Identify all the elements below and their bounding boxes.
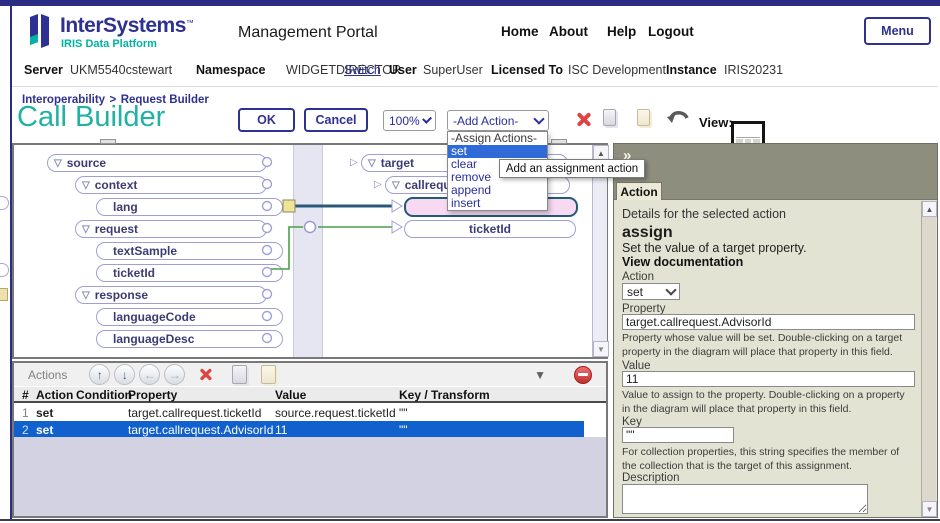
actions-toolbar: Actions ↑ ↓ ← → ▼ xyxy=(14,363,606,386)
actions-table-header: # Action Condition Property Value Key / … xyxy=(14,387,606,403)
table-empty-area xyxy=(14,437,606,516)
description-field-label: Description xyxy=(622,472,680,484)
chevron-down-icon xyxy=(533,113,544,124)
nav-home[interactable]: Home xyxy=(501,24,539,39)
left-edge-fragment xyxy=(0,196,9,210)
copy-icon[interactable] xyxy=(603,109,616,126)
menu-button[interactable]: Menu xyxy=(864,17,931,45)
tab-action[interactable]: Action xyxy=(616,182,662,200)
page-title: Call Builder xyxy=(17,101,165,134)
intersystems-logo-icon xyxy=(26,13,54,56)
details-scrollbar[interactable]: ▲ ▼ xyxy=(921,201,936,517)
instance-label: Instance xyxy=(666,63,717,77)
value-help: Value to assign to the property. Double-… xyxy=(622,389,914,416)
licensed-label: Licensed To xyxy=(491,63,563,77)
move-right-button[interactable]: → xyxy=(164,364,185,385)
arrow-up-icon: ↑ xyxy=(97,368,103,382)
divider xyxy=(12,86,938,87)
chevron-down-icon xyxy=(665,284,676,295)
key-input[interactable] xyxy=(622,427,734,443)
action-field-label: Action xyxy=(622,271,654,283)
col-key-transform: Key / Transform xyxy=(399,388,606,402)
property-help: Property whose value will be set. Double… xyxy=(622,332,914,359)
col-num: # xyxy=(22,388,36,402)
window-top-bar xyxy=(0,0,940,6)
bottom-border xyxy=(0,519,940,521)
scroll-up-icon[interactable]: ▲ xyxy=(922,201,937,217)
undo-icon[interactable] xyxy=(666,108,690,133)
paste-icon[interactable] xyxy=(637,109,650,126)
view-label: View: xyxy=(699,115,733,130)
user-value: SuperUser xyxy=(423,63,483,77)
view-documentation-link[interactable]: View documentation xyxy=(622,255,743,269)
details-intro: Details for the selected action xyxy=(622,207,786,221)
tooltip: Add an assignment action xyxy=(499,159,645,178)
left-edge-fragment xyxy=(0,263,9,277)
portal-title: Management Portal xyxy=(238,24,378,42)
management-portal-window: InterSystems™ IRIS Data Platform Managem… xyxy=(0,0,940,523)
tab-baseline xyxy=(614,199,937,200)
remove-all-icon[interactable] xyxy=(574,366,592,384)
chevron-down-icon xyxy=(422,114,432,124)
value-input[interactable] xyxy=(622,371,915,387)
col-condition: Condition xyxy=(76,388,128,402)
delete-icon[interactable] xyxy=(575,111,592,128)
add-action-select[interactable]: -Add Action- xyxy=(447,110,549,131)
copy-action-icon[interactable] xyxy=(232,365,247,384)
table-row[interactable]: 1 set target.callrequest.ticketId source… xyxy=(14,404,584,421)
property-input[interactable] xyxy=(622,314,915,330)
table-row-selected[interactable]: 2 set target.callrequest.AdvisorId 11 "" xyxy=(14,421,584,438)
move-left-button[interactable]: ← xyxy=(139,364,160,385)
delete-action-icon[interactable] xyxy=(199,367,213,381)
col-value: Value xyxy=(275,388,399,402)
user-label: User xyxy=(389,63,417,77)
move-down-button[interactable]: ↓ xyxy=(114,364,135,385)
arrow-left-icon: ← xyxy=(144,368,156,382)
nav-about[interactable]: About xyxy=(549,24,588,39)
filter-icon[interactable]: ▼ xyxy=(534,368,546,382)
action-description: Set the value of a target property. xyxy=(622,241,807,255)
left-edge-fragment xyxy=(0,288,8,301)
menu-item-insert[interactable]: insert xyxy=(448,197,547,210)
zoom-select[interactable]: 100% xyxy=(383,110,436,131)
actions-title: Actions xyxy=(28,368,67,382)
server-label: Server xyxy=(24,63,63,77)
action-select[interactable]: set xyxy=(622,283,680,300)
description-textarea[interactable] xyxy=(622,484,868,514)
server-value: UKM5540cstewart xyxy=(70,63,172,77)
arrow-down-icon: ↓ xyxy=(122,368,128,382)
nav-help[interactable]: Help xyxy=(607,24,636,39)
cancel-button[interactable]: Cancel xyxy=(304,108,368,132)
action-name: assign xyxy=(622,224,673,242)
details-panel-header: » xyxy=(614,144,937,200)
licensed-value: ISC Development xyxy=(568,63,666,77)
brand-subtitle: IRIS Data Platform xyxy=(61,38,157,50)
namespace-label: Namespace xyxy=(196,63,266,77)
col-action: Action xyxy=(36,388,76,402)
arrow-right-icon: → xyxy=(169,368,181,382)
col-property: Property xyxy=(128,388,275,402)
switch-link[interactable]: Switch xyxy=(344,63,381,77)
ok-button[interactable]: OK xyxy=(238,108,295,132)
scroll-down-icon[interactable]: ▼ xyxy=(922,501,937,517)
move-up-button[interactable]: ↑ xyxy=(89,364,110,385)
nav-logout[interactable]: Logout xyxy=(648,24,694,39)
brand-name: InterSystems™ xyxy=(60,14,194,38)
instance-value: IRIS20231 xyxy=(724,63,783,77)
key-help: For collection properties, this string s… xyxy=(622,446,914,473)
paste-action-icon[interactable] xyxy=(261,365,276,384)
